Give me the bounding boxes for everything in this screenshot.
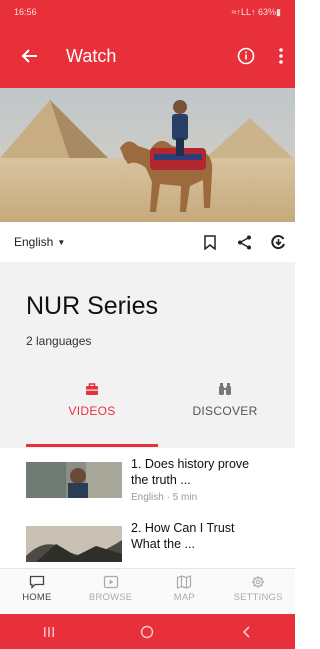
chat-icon (29, 575, 45, 589)
video-list: 1. Does history prove the truth ... Engl… (0, 448, 295, 568)
tab-videos-label: VIDEOS (68, 404, 116, 418)
more-options-button[interactable] (269, 34, 293, 78)
video-hero-image[interactable] (0, 88, 295, 222)
language-dropdown[interactable]: English ▼ (14, 235, 65, 249)
recent-apps-icon (44, 626, 55, 637)
status-time: 16:56 (14, 7, 37, 17)
binoculars-icon (219, 383, 231, 395)
share-icon (237, 235, 251, 249)
home-button[interactable] (127, 614, 167, 649)
video-title: 1. Does history prove the truth ... (131, 457, 250, 487)
nav-browse-label: BROWSE (88, 592, 133, 603)
list-item[interactable]: 1. Does history prove the truth ... Engl… (0, 448, 295, 512)
series-info-panel: NUR Series 2 languages VIDEOS DISCOVER (0, 262, 295, 448)
tab-discover[interactable]: DISCOVER (160, 382, 290, 440)
gear-icon (252, 575, 265, 589)
tab-videos[interactable]: VIDEOS (26, 382, 158, 440)
info-button[interactable] (231, 34, 261, 78)
status-indicators: ≈↑LL↑ 63%▮ (231, 6, 281, 17)
system-back-button[interactable] (226, 614, 266, 649)
back-button[interactable] (8, 34, 52, 78)
system-navigation-bar (0, 614, 295, 649)
more-vertical-icon (279, 48, 283, 64)
series-title: NUR Series (26, 292, 158, 320)
bookmark-button[interactable] (193, 222, 227, 262)
tab-discover-label: DISCOVER (192, 404, 258, 418)
share-button[interactable] (227, 222, 261, 262)
video-title: 2. How Can I Trust What the ... (131, 521, 235, 551)
video-thumbnail (26, 526, 122, 562)
app-bar: Watch (0, 24, 295, 88)
language-value: English (14, 235, 54, 249)
media-toolbar: English ▼ (0, 222, 295, 262)
nav-settings[interactable]: SETTINGS (221, 569, 295, 614)
nav-map[interactable]: MAP (148, 569, 222, 614)
bottom-navigation: HOME BROWSE MAP SETTINGS (0, 568, 295, 614)
series-subtitle: 2 languages (26, 334, 92, 348)
video-thumbnail (26, 462, 122, 498)
download-button[interactable] (261, 222, 295, 262)
briefcase-icon (86, 383, 98, 395)
nav-home[interactable]: HOME (0, 569, 74, 614)
nav-map-label: MAP (173, 592, 195, 603)
play-square-icon (103, 575, 118, 589)
map-icon (177, 575, 192, 589)
hero-illustration (0, 88, 295, 222)
page-title: Watch (66, 45, 117, 66)
caret-down-icon: ▼ (57, 237, 66, 247)
download-icon (270, 234, 285, 249)
arrow-left-icon (21, 49, 37, 63)
nav-browse[interactable]: BROWSE (74, 569, 148, 614)
recent-apps-button[interactable] (29, 614, 69, 649)
list-item[interactable]: 2. How Can I Trust What the ... (0, 512, 295, 568)
info-icon (237, 47, 255, 65)
chevron-left-icon (242, 625, 250, 638)
active-tab-indicator (26, 444, 158, 447)
nav-home-label: HOME (22, 592, 52, 603)
video-meta: English · 5 min (131, 492, 198, 503)
nav-settings-label: SETTINGS (233, 592, 283, 603)
bookmark-icon (204, 234, 216, 250)
status-bar: 16:56 ≈↑LL↑ 63%▮ (0, 0, 295, 24)
home-circle-icon (141, 625, 154, 638)
